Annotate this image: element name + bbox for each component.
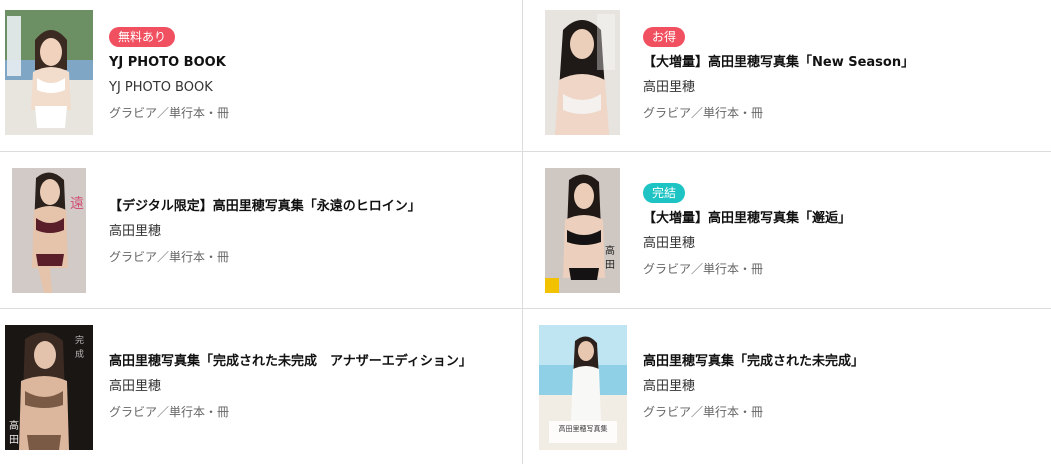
book-author[interactable]: 高田里穂 xyxy=(643,78,914,98)
book-list-grid: 無料あり YJ PHOTO BOOK YJ PHOTO BOOK グラビア／単行… xyxy=(0,0,1051,464)
book-genre: グラビア／単行本・冊 xyxy=(109,250,230,264)
book-info: 無料あり YJ PHOTO BOOK YJ PHOTO BOOK グラビア／単行… xyxy=(109,26,229,122)
book-title[interactable]: 【大増量】高田里穂写真集「邂逅」 xyxy=(643,209,851,229)
svg-text:高: 高 xyxy=(9,419,19,432)
book-card-yj-photo-book[interactable]: 無料あり YJ PHOTO BOOK YJ PHOTO BOOK グラビア／単行… xyxy=(0,0,522,151)
book-author[interactable]: 高田里穂 xyxy=(643,234,851,254)
svg-text:高田里穂写真集: 高田里穂写真集 xyxy=(559,424,608,433)
book-title[interactable]: 高田里穂写真集「完成された未完成」 xyxy=(643,352,864,372)
free-badge: 無料あり xyxy=(109,27,176,47)
book-author[interactable]: 高田里穂 xyxy=(643,377,864,397)
book-genre: グラビア／単行本・冊 xyxy=(643,262,764,276)
book-info: 【デジタル限定】高田里穂写真集「永遠のヒロイン」 高田里穂 グラビア／単行本・冊 xyxy=(109,197,421,266)
book-cover-image[interactable]: 完 成 高 田 xyxy=(5,325,93,450)
svg-text:田: 田 xyxy=(9,435,19,446)
book-cover-image[interactable]: 高 田 xyxy=(545,168,620,293)
completed-badge: 完結 xyxy=(643,183,686,203)
book-cover-image[interactable]: 高田里穂写真集 xyxy=(539,325,627,450)
book-cover-image[interactable] xyxy=(5,10,93,135)
book-genre: グラビア／単行本・冊 xyxy=(643,405,764,419)
book-card-new-season[interactable]: お得 【大増量】高田里穂写真集「New Season」 高田里穂 グラビア／単行… xyxy=(523,0,1051,151)
book-cover-image[interactable]: 遠 xyxy=(12,168,86,293)
book-genre: グラビア／単行本・冊 xyxy=(643,106,764,120)
book-card-eternal-heroine[interactable]: 遠 【デジタル限定】高田里穂写真集「永遠のヒロイン」 高田里穂 グラビア／単行本… xyxy=(0,152,522,308)
book-title[interactable]: 高田里穂写真集「完成された未完成 アナザーエディション」 xyxy=(109,352,472,372)
book-author[interactable]: 高田里穂 xyxy=(109,377,472,397)
book-card-kansei[interactable]: 高田里穂写真集 高田里穂写真集「完成された未完成」 高田里穂 グラビア／単行本・… xyxy=(523,309,1051,464)
svg-text:田: 田 xyxy=(605,260,615,271)
book-title[interactable]: YJ PHOTO BOOK xyxy=(109,53,229,73)
svg-text:遠: 遠 xyxy=(70,196,84,212)
book-info: 完結 【大増量】高田里穂写真集「邂逅」 高田里穂 グラビア／単行本・冊 xyxy=(643,182,851,278)
book-author[interactable]: 高田里穂 xyxy=(109,222,421,242)
book-title[interactable]: 【デジタル限定】高田里穂写真集「永遠のヒロイン」 xyxy=(109,197,421,217)
deal-badge: お得 xyxy=(643,27,686,47)
book-card-another-edition[interactable]: 完 成 高 田 高田里穂写真集「完成された未完成 アナザーエディション」 高田里… xyxy=(0,309,522,464)
book-genre: グラビア／単行本・冊 xyxy=(109,106,230,120)
book-cover-image[interactable] xyxy=(545,10,620,135)
book-title[interactable]: 【大増量】高田里穂写真集「New Season」 xyxy=(643,53,914,73)
svg-text:成: 成 xyxy=(75,348,84,360)
svg-text:高: 高 xyxy=(605,244,615,257)
book-genre: グラビア／単行本・冊 xyxy=(109,405,230,419)
book-info: お得 【大増量】高田里穂写真集「New Season」 高田里穂 グラビア／単行… xyxy=(643,26,914,122)
book-card-kaikou[interactable]: 高 田 完結 【大増量】高田里穂写真集「邂逅」 高田里穂 グラビア／単行本・冊 xyxy=(523,152,1051,308)
book-author[interactable]: YJ PHOTO BOOK xyxy=(109,78,229,98)
book-info: 高田里穂写真集「完成された未完成 アナザーエディション」 高田里穂 グラビア／単… xyxy=(109,352,472,421)
svg-text:完: 完 xyxy=(75,334,84,346)
book-info: 高田里穂写真集「完成された未完成」 高田里穂 グラビア／単行本・冊 xyxy=(643,352,864,421)
